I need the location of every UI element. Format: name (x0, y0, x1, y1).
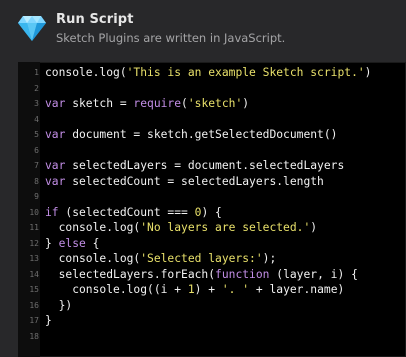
code-token: ); (262, 252, 277, 265)
code-line: console.log('No layers are selected.') (45, 220, 317, 236)
line-number: 13 (29, 254, 39, 263)
code-token: ) { (201, 205, 222, 219)
sketch-diamond-icon (18, 16, 46, 41)
line-number: 16 (29, 300, 39, 310)
code-token: ) (364, 66, 372, 79)
code-token: selectedLayers = document.selectedLayers (65, 159, 345, 172)
code-token: console.log( (45, 252, 141, 265)
code-token: sketch = (65, 97, 134, 110)
code-token: console.log((i + (45, 283, 188, 296)
line-number: 18 (29, 331, 39, 341)
line-number: 9 (34, 192, 39, 201)
line-number: 5 (34, 130, 39, 139)
line-number-gutter: 1 2 3 4 5 6 7 8 9 10 11 12 13 14 15 16 17 18 (18, 62, 40, 357)
code-token: selectedCount = selectedLayers.length (65, 174, 324, 188)
line-number: 8 (34, 176, 39, 186)
code-line: selectedLayers.forEach(function (layer, … (45, 267, 358, 283)
line-number: 11 (29, 223, 39, 232)
line-number: 12 (29, 238, 39, 248)
line-number: 15 (29, 285, 39, 294)
code-token: + layer.name) (249, 283, 345, 296)
code-token: { (85, 236, 100, 250)
code-token: '. ' (221, 283, 250, 296)
code-token: require (133, 97, 182, 110)
code-token: ( (181, 97, 188, 110)
code-line: } (45, 313, 52, 329)
code-token: 'This is an example Sketch script.' (126, 66, 365, 79)
code-line: if (selectedCount === 0) { (45, 205, 222, 221)
code-line: console.log((i + 1) + '. ' + layer.name) (45, 282, 344, 298)
dialog-subtitle: Sketch Plugins are written in JavaScript… (56, 31, 286, 45)
line-number: 1 (34, 68, 39, 77)
code-token: }) (45, 298, 73, 312)
code-token: 'No layers are selected.' (140, 221, 311, 234)
line-number: 6 (34, 145, 39, 155)
line-number: 10 (29, 207, 39, 217)
code-token: ) (242, 97, 250, 110)
dialog-title: Run Script (56, 12, 134, 27)
code-token: console.log( (45, 221, 141, 234)
code-line: var sketch = require('sketch') (45, 96, 249, 112)
code-token: var (45, 174, 66, 188)
code-token: var (45, 128, 66, 141)
code-token: console.log( (45, 66, 127, 79)
line-number: 4 (34, 114, 39, 124)
code-line: var selectedLayers = document.selectedLa… (45, 158, 344, 174)
code-token: (layer, i) { (269, 267, 358, 281)
line-number: 14 (29, 269, 39, 279)
code-token: (selectedCount === (58, 205, 195, 219)
code-line: var selectedCount = selectedLayers.lengt… (45, 174, 324, 190)
code-token: var (45, 159, 66, 172)
code-token: document = sketch.getSelectedDocument() (65, 128, 338, 141)
code-token: function (215, 267, 270, 281)
code-token: else (58, 236, 86, 250)
code-token: 'sketch' (187, 97, 243, 110)
code-token: } (45, 236, 59, 250)
plugin-header: Run Script Sketch Plugins are written in… (0, 0, 406, 58)
code-token: 'Selected layers:' (140, 252, 263, 265)
code-line: }) (45, 298, 73, 314)
code-line: var document = sketch.getSelectedDocumen… (45, 127, 337, 143)
code-line: console.log('Selected layers:'); (45, 251, 277, 267)
code-token: 1 (187, 283, 195, 296)
code-token: ) + (194, 283, 222, 296)
code-token: if (45, 205, 59, 219)
code-token: ) (310, 221, 318, 234)
code-token: } (45, 314, 52, 327)
code-line: } else { (45, 236, 99, 252)
line-number: 2 (34, 83, 39, 93)
code-token: selectedLayers.forEach( (45, 267, 216, 281)
code-line: console.log('This is an example Sketch s… (45, 65, 371, 81)
line-number: 3 (34, 99, 39, 108)
line-number: 7 (34, 161, 39, 170)
code-token: var (45, 97, 66, 110)
line-number: 17 (29, 316, 39, 325)
code-editor[interactable]: 1 2 3 4 5 6 7 8 9 10 11 12 13 14 15 16 17 18 console.log(… (18, 62, 406, 357)
